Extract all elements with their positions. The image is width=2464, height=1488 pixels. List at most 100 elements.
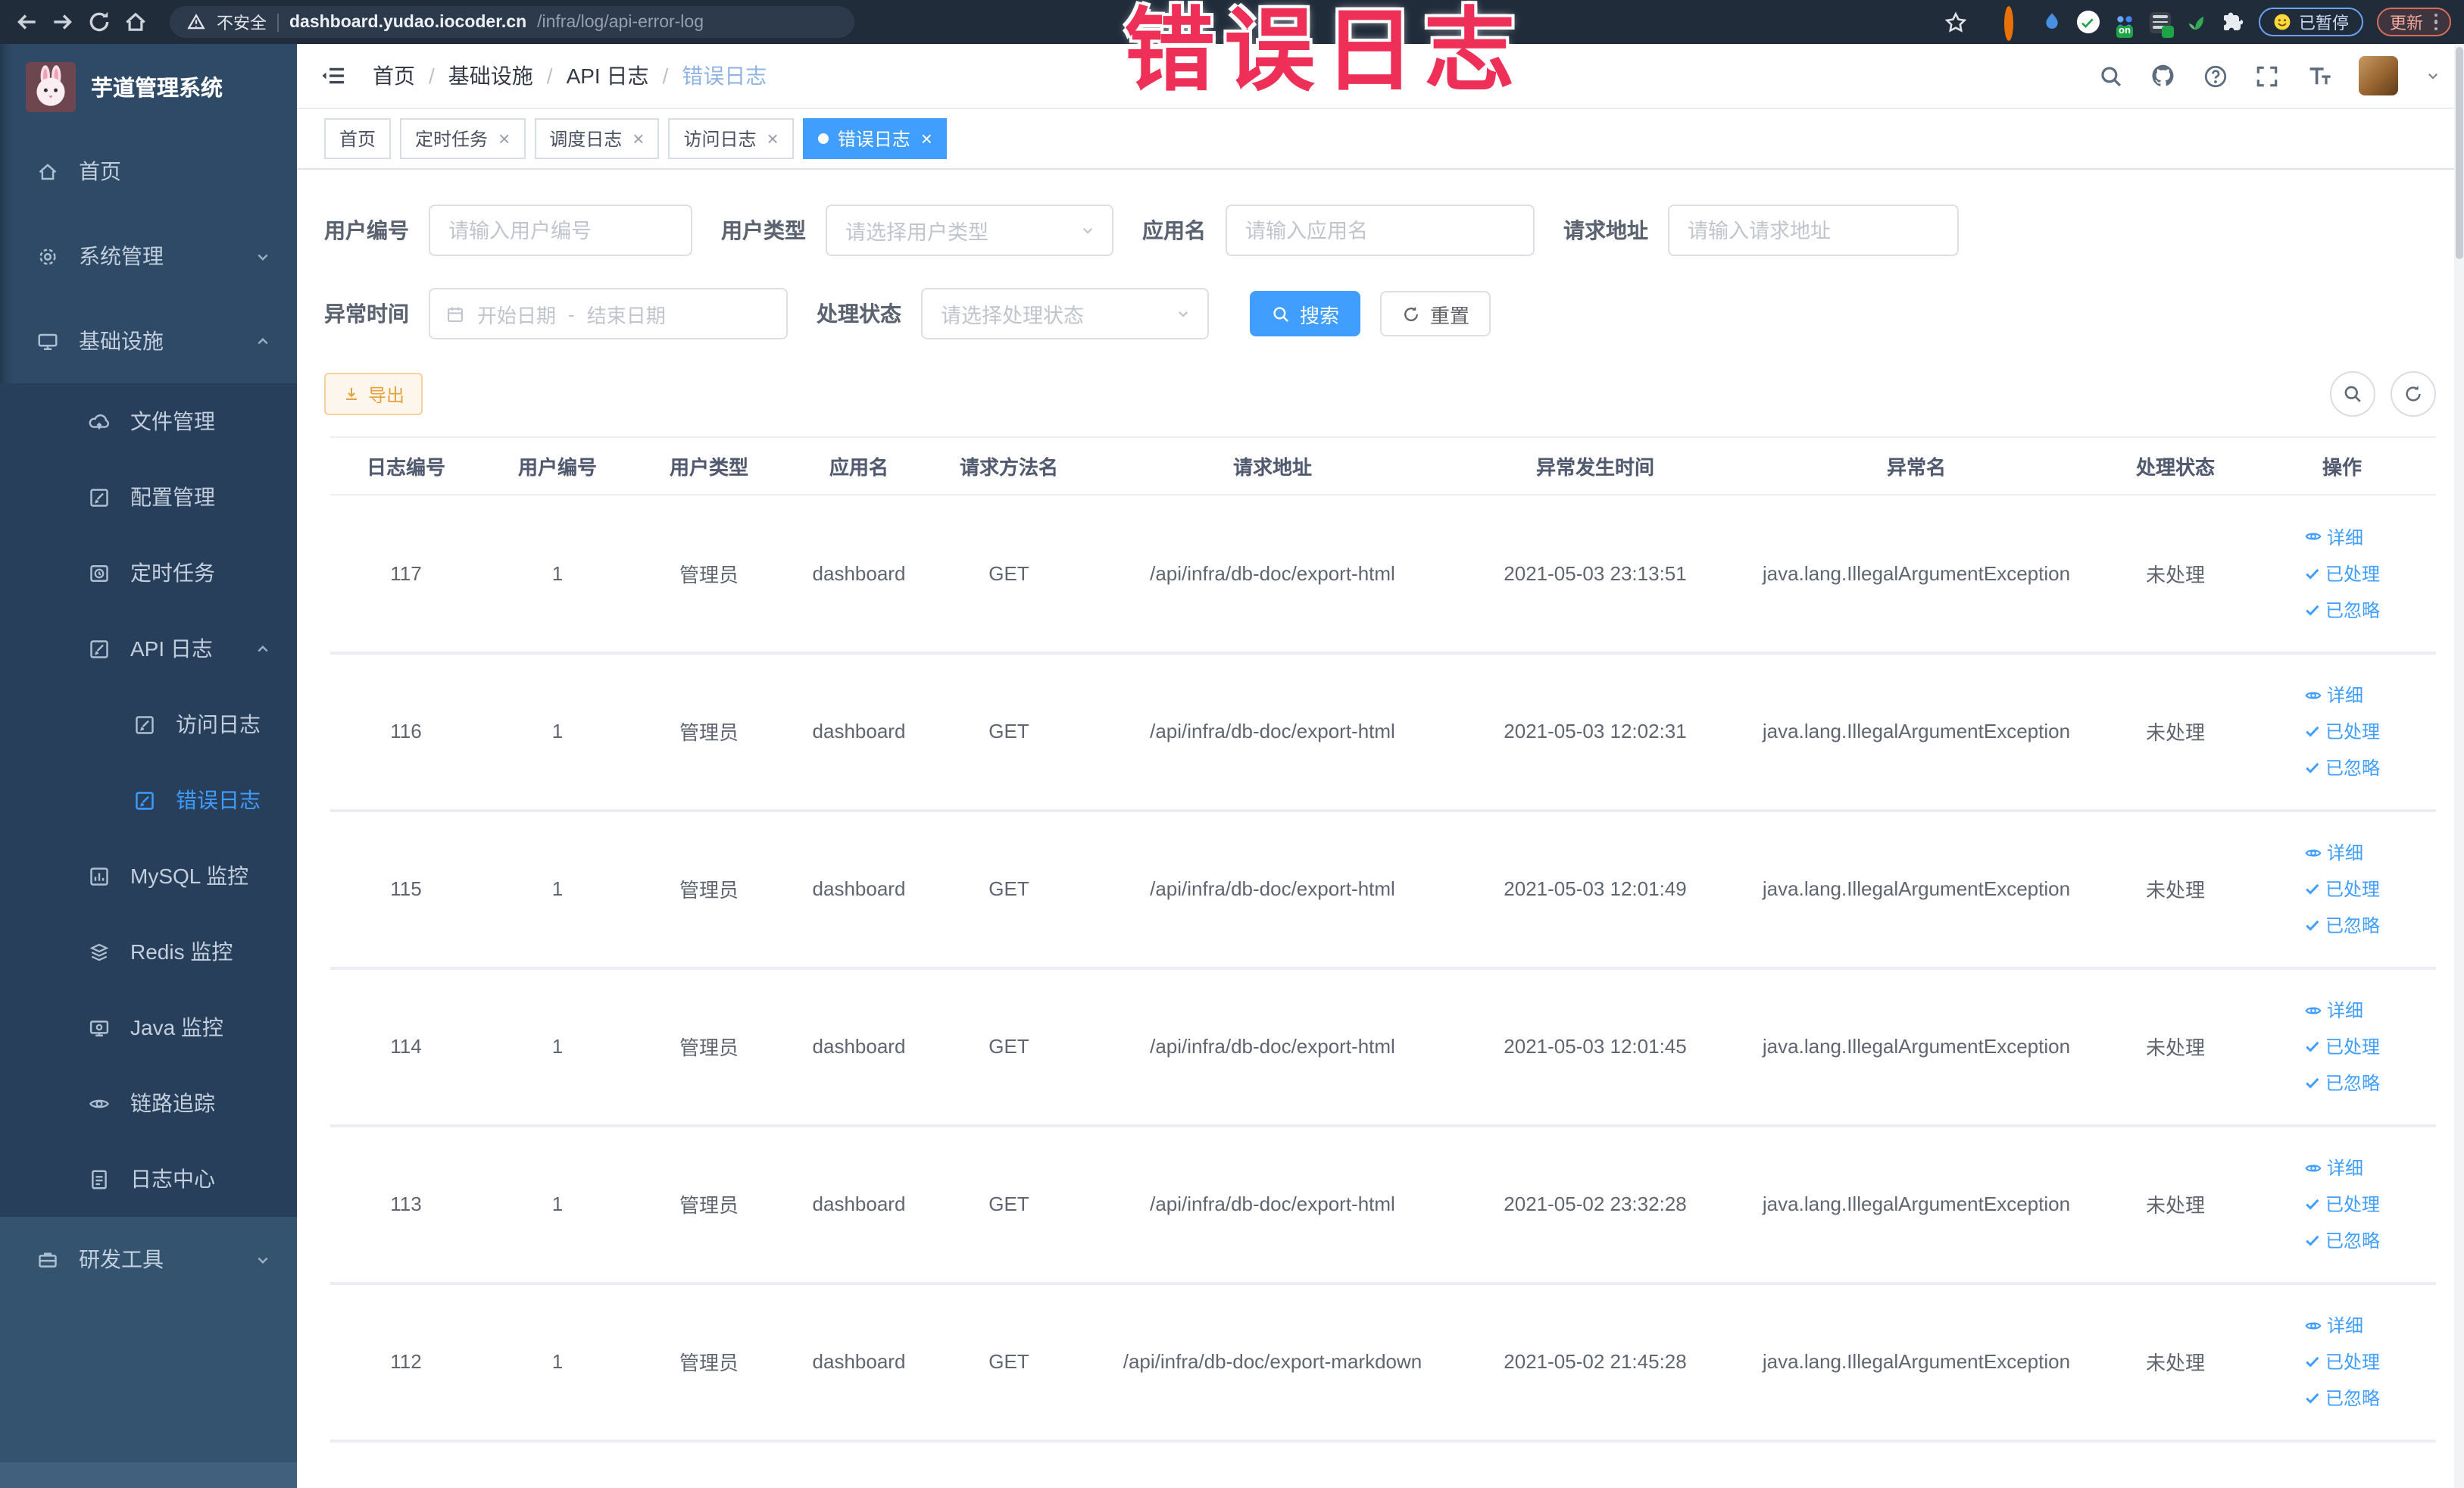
avatar[interactable] [2359,56,2398,95]
cell-exception-time: 2021-05-03 12:01:49 [1460,810,1730,969]
ignored-link[interactable]: 已忽略 [2304,1385,2380,1411]
cell-request-url: /api/infra/db-doc/export-html [1085,495,1460,654]
font-size-icon[interactable] [2306,62,2333,89]
breadcrumb: 首页 / 基础设施 / API 日志 / 错误日志 [373,61,767,91]
forward-icon[interactable] [50,9,76,35]
detail-link[interactable]: 详细 [2304,524,2363,550]
app-name-input[interactable] [1226,205,1535,256]
col-status: 处理状态 [2103,436,2248,495]
tab-scheduled-jobs[interactable]: 定时任务 × [400,118,526,159]
toggle-search-button[interactable] [2330,371,2375,417]
close-icon[interactable]: × [921,128,932,148]
extension-grid-icon[interactable]: on [2113,11,2135,38]
export-button[interactable]: 导出 [324,373,423,415]
extension-leaf-icon[interactable] [2184,11,2206,33]
close-icon[interactable]: × [498,128,510,148]
sidebar-item-access-log[interactable]: 访问日志 [0,686,297,762]
date-range-picker[interactable]: 开始日期 - 结束日期 [429,288,788,339]
detail-link[interactable]: 详细 [2304,839,2363,865]
cell-exception-time: 2021-05-03 12:01:45 [1460,968,1730,1127]
bookmark-star-icon[interactable] [1943,10,1967,34]
ignored-link[interactable]: 已忽略 [2304,1070,2380,1096]
detail-link[interactable]: 详细 [2304,997,2363,1023]
help-icon[interactable] [2203,63,2228,89]
sidebar-item-redis-monitor[interactable]: Redis 监控 [0,914,297,989]
table-body: 117 1 管理员 dashboard GET /api/infra/db-do… [330,495,2436,1442]
search-button[interactable]: 搜索 [1250,291,1361,336]
address-bar[interactable]: 不安全 dashboard.yudao.iocoder.cn/infra/log… [170,6,854,38]
sidebar-item-mysql-monitor[interactable]: MySQL 监控 [0,838,297,914]
processed-link[interactable]: 已处理 [2304,876,2380,902]
collapse-sidebar-icon[interactable] [320,62,347,89]
extensions-puzzle-icon[interactable] [2220,10,2244,34]
sidebar-item-infra[interactable]: 基础设施 [0,299,297,383]
sidebar-item-config-manage[interactable]: 配置管理 [0,459,297,535]
breadcrumb-home[interactable]: 首页 [373,61,415,91]
scrollbar[interactable] [2454,44,2464,1488]
ignored-link[interactable]: 已忽略 [2304,912,2380,938]
tab-schedule-log[interactable]: 调度日志 × [534,118,660,159]
sidebar-logo[interactable]: 芋道管理系统 [0,44,297,129]
sidebar-item-dev-tools[interactable]: 研发工具 [0,1217,297,1302]
paused-extension-pill[interactable]: 已暂停 [2258,8,2363,36]
cell-exception-time: 2021-05-02 21:45:28 [1460,1283,1730,1442]
sidebar-item-home[interactable]: 首页 [0,129,297,214]
processed-link[interactable]: 已处理 [2304,561,2380,586]
cell-request-url: /api/infra/db-doc/export-markdown [1085,1283,1460,1442]
extension-shield-icon[interactable] [2040,11,2063,33]
sidebar-item-system[interactable]: 系统管理 [0,214,297,299]
user-type-select[interactable]: 请选择用户类型 [826,205,1113,256]
processed-link[interactable]: 已处理 [2304,1191,2380,1217]
browser-menu-icon[interactable] [2434,13,2437,31]
briefcase-icon [36,1248,59,1271]
home-icon[interactable] [123,9,148,35]
eye-icon [88,1092,111,1114]
detail-link[interactable]: 详细 [2304,1312,2363,1338]
sidebar-item-file-manage[interactable]: 文件管理 [0,383,297,459]
sidebar-item-label: Redis 监控 [130,939,233,964]
processed-link[interactable]: 已处理 [2304,1349,2380,1374]
sidebar-item-scheduled-jobs[interactable]: 定时任务 [0,535,297,611]
update-button[interactable]: 更新 [2376,8,2451,36]
sidebar-item-error-log[interactable]: 错误日志 [0,762,297,838]
edit-icon [133,789,156,811]
user-id-input[interactable] [429,205,692,256]
detail-link[interactable]: 详细 [2304,1155,2363,1180]
tab-access-log[interactable]: 访问日志 × [668,118,794,159]
ignored-link[interactable]: 已忽略 [2304,597,2380,623]
processed-link[interactable]: 已处理 [2304,718,2380,744]
detail-label: 详细 [2326,527,2363,549]
close-icon[interactable]: × [632,128,644,148]
sidebar-item-log-center[interactable]: 日志中心 [0,1141,297,1217]
breadcrumb-infra[interactable]: 基础设施 [448,61,533,91]
scrollbar-thumb[interactable] [2456,47,2463,259]
fullscreen-icon[interactable] [2254,63,2280,89]
edit-icon [88,637,111,660]
process-status-select[interactable]: 请选择处理状态 [921,288,1209,339]
close-icon[interactable]: × [767,128,779,148]
chevron-down-icon[interactable] [2424,67,2442,85]
processed-link[interactable]: 已处理 [2304,1033,2380,1059]
extension-orange-icon[interactable] [2003,6,2026,41]
sidebar-item-label: 研发工具 [79,1247,164,1271]
detail-link[interactable]: 详细 [2304,682,2363,708]
github-icon[interactable] [2150,62,2177,89]
search-icon[interactable] [2098,63,2124,89]
reload-icon[interactable] [86,9,112,35]
tab-error-log[interactable]: 错误日志 × [802,118,948,159]
extension-list-icon[interactable] [2149,11,2173,37]
sidebar-item-api-log[interactable]: API 日志 [0,611,297,686]
sidebar-item-java-monitor[interactable]: Java 监控 [0,989,297,1065]
request-url-input[interactable] [1668,205,1959,256]
ignored-link[interactable]: 已忽略 [2304,755,2380,780]
refresh-table-button[interactable] [2391,371,2436,417]
tab-home[interactable]: 首页 [324,118,392,159]
processed-label: 已处理 [2325,1036,2380,1058]
breadcrumb-api-log[interactable]: API 日志 [567,61,649,91]
reset-button[interactable]: 重置 [1380,291,1491,336]
ignored-link[interactable]: 已忽略 [2304,1227,2380,1253]
sidebar-item-tracing[interactable]: 链路追踪 [0,1065,297,1141]
extension-check-icon[interactable] [2076,11,2099,33]
back-icon[interactable] [14,9,39,35]
app-window: 芋道管理系统 首页 系统管理 基础设施 文件管理 配置管理 定时任务 API 日… [0,44,2464,1488]
